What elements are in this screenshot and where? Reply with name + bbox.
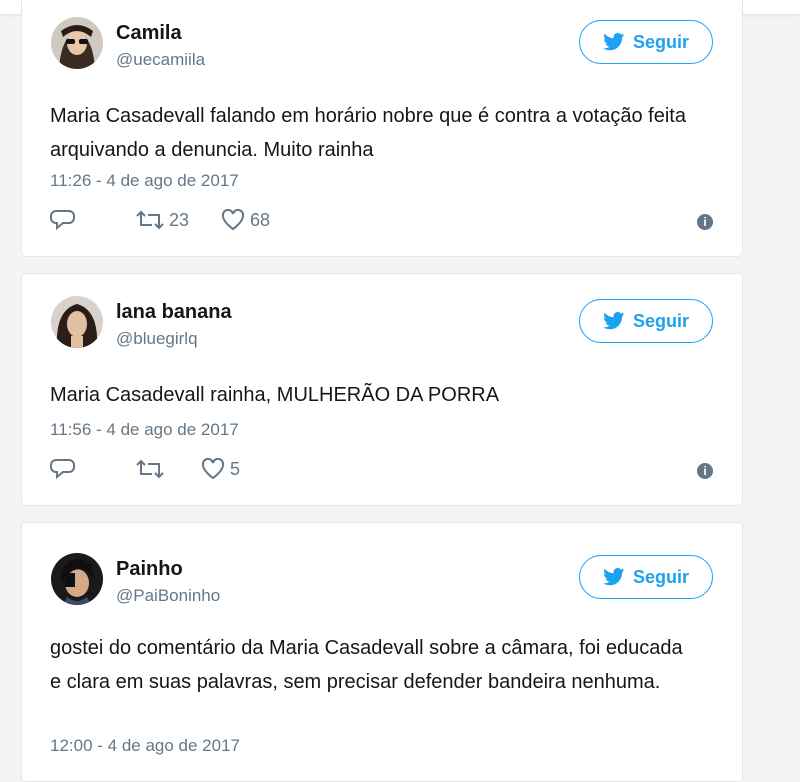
retweet-icon xyxy=(136,210,164,230)
follow-label: Seguir xyxy=(632,31,689,52)
user-handle[interactable]: @uecamiila xyxy=(116,50,205,70)
twitter-bird-icon xyxy=(603,568,625,586)
tweet-card: lana banana @bluegirlq Seguir Maria Casa… xyxy=(21,273,743,506)
info-icon[interactable]: i xyxy=(697,463,713,479)
reply-button[interactable] xyxy=(50,208,76,232)
twitter-bird-icon xyxy=(603,312,625,330)
avatar[interactable] xyxy=(51,553,103,605)
info-icon[interactable]: i xyxy=(697,214,713,230)
reply-icon xyxy=(50,459,75,480)
follow-label: Seguir xyxy=(632,310,689,331)
tweet-actions: 5 i xyxy=(50,457,720,487)
retweet-button[interactable]: 23 xyxy=(135,208,189,232)
user-name[interactable]: Camila xyxy=(116,22,182,45)
twitter-bird-icon xyxy=(603,33,625,51)
user-handle[interactable]: @bluegirlq xyxy=(116,329,198,349)
like-count: 68 xyxy=(250,209,271,230)
tweet-timestamp[interactable]: 11:56 - 4 de ago de 2017 xyxy=(50,420,239,440)
tweet-text: Maria Casadevall falando em horário nobr… xyxy=(50,105,686,161)
heart-icon xyxy=(221,208,245,231)
follow-button[interactable]: Seguir xyxy=(579,555,713,599)
tweet-text: gostei do comentário da Maria Casadevall… xyxy=(50,637,683,693)
like-count: 5 xyxy=(230,458,241,479)
avatar[interactable] xyxy=(51,17,103,69)
follow-label: Seguir xyxy=(632,566,689,587)
heart-icon xyxy=(201,457,225,480)
tweet-text: Maria Casadevall rainha, MULHERÃO DA POR… xyxy=(50,384,500,406)
retweet-button[interactable] xyxy=(135,457,169,481)
follow-button[interactable]: Seguir xyxy=(579,20,713,64)
like-button[interactable]: 5 xyxy=(200,457,240,481)
reply-icon xyxy=(50,210,75,231)
tweet-actions: 23 68 i xyxy=(50,208,720,238)
retweet-icon xyxy=(136,459,164,479)
reply-button[interactable] xyxy=(50,457,76,481)
user-name[interactable]: Painho xyxy=(116,558,183,581)
retweet-count: 23 xyxy=(169,209,190,230)
tweet-card: Painho @PaiBoninho Seguir gostei do come… xyxy=(21,522,743,782)
follow-button[interactable]: Seguir xyxy=(579,299,713,343)
like-button[interactable]: 68 xyxy=(220,208,270,232)
user-name[interactable]: lana banana xyxy=(116,301,232,324)
tweet-card: Camila @uecamiila Seguir Maria Casadeval… xyxy=(21,0,743,257)
avatar[interactable] xyxy=(51,296,103,348)
tweet-timestamp[interactable]: 11:26 - 4 de ago de 2017 xyxy=(50,171,239,191)
user-handle[interactable]: @PaiBoninho xyxy=(116,586,220,606)
tweet-timestamp[interactable]: 12:00 - 4 de ago de 2017 xyxy=(50,736,240,756)
